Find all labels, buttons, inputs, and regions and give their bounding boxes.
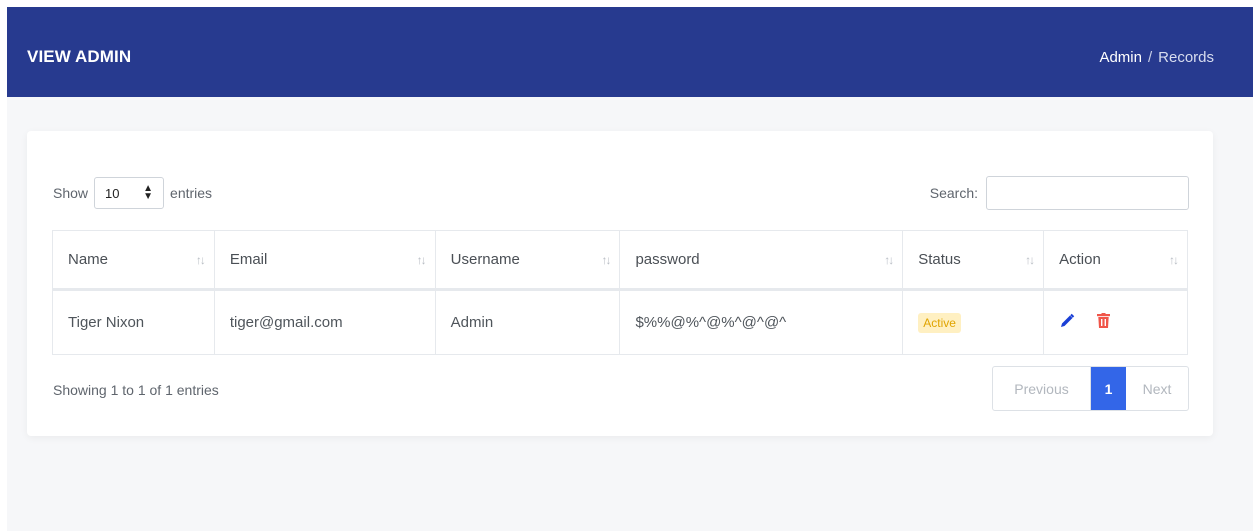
- next-button[interactable]: Next: [1126, 367, 1188, 410]
- page-title: VIEW ADMIN: [27, 47, 132, 66]
- search-label: Search:: [929, 185, 978, 201]
- page-1-button[interactable]: 1: [1091, 367, 1126, 410]
- cell-username: Admin: [434, 289, 621, 355]
- page-header: VIEW ADMIN Admin / Records: [7, 7, 1253, 97]
- entries-control: Show 10 ▲ ▼ entries: [53, 177, 212, 209]
- records-table: Name ↑↓ Email ↑↓ Username ↑↓ password ↑↓ Sta…: [52, 230, 1188, 355]
- column-header-name[interactable]: Name ↑↓: [52, 230, 215, 291]
- search-control: Search:: [930, 176, 1189, 210]
- sort-arrows-icon: ↑↓: [601, 253, 611, 267]
- sort-arrows-icon: ↑↓: [1025, 253, 1035, 267]
- cell-name: Tiger Nixon: [52, 289, 215, 355]
- breadcrumb-admin-link[interactable]: Admin: [1099, 49, 1142, 66]
- breadcrumb: Admin / Records: [1099, 49, 1214, 66]
- column-header-email[interactable]: Email ↑↓: [213, 230, 436, 291]
- column-header-status[interactable]: Status ↑↓: [902, 230, 1045, 291]
- page-size-value: 10: [105, 185, 120, 201]
- column-header-action[interactable]: Action ↑↓: [1043, 230, 1188, 291]
- cell-status: Active: [902, 289, 1045, 355]
- search-input[interactable]: [986, 176, 1189, 210]
- pencil-icon[interactable]: [1059, 313, 1075, 333]
- sort-arrows-icon: ↑↓: [416, 253, 427, 267]
- select-arrows-icon: ▲ ▼: [143, 183, 154, 202]
- show-label: Show: [53, 185, 89, 201]
- entries-label: entries: [170, 185, 213, 201]
- breadcrumb-current: Records: [1158, 49, 1214, 66]
- records-card: Show 10 ▲ ▼ entries Search: Name ↑↓ Email ↑…: [27, 131, 1213, 436]
- cell-password: $%%@%^@%^@^@^: [619, 289, 904, 355]
- previous-button[interactable]: Previous: [993, 367, 1091, 410]
- table-header-row: Name ↑↓ Email ↑↓ Username ↑↓ password ↑↓ Sta…: [52, 230, 1188, 291]
- column-header-username[interactable]: Username ↑↓: [434, 230, 621, 291]
- column-header-password[interactable]: password ↑↓: [619, 230, 904, 291]
- cell-action: [1043, 289, 1188, 355]
- cell-email: tiger@gmail.com: [213, 289, 436, 355]
- sort-arrows-icon: ↑↓: [195, 253, 206, 267]
- admin-page: VIEW ADMIN Admin / Records Show 10 ▲ ▼ entr…: [7, 7, 1253, 531]
- status-badge: Active: [918, 312, 961, 333]
- entries-info: Showing 1 to 1 of 1 entries: [53, 382, 219, 398]
- breadcrumb-separator: /: [1147, 49, 1153, 66]
- sort-arrows-icon: ↑↓: [1169, 253, 1179, 267]
- table-row: Tiger Nixon tiger@gmail.com Admin $%%@%^…: [52, 289, 1188, 355]
- trash-icon[interactable]: [1097, 313, 1111, 332]
- sort-arrows-icon: ↑↓: [884, 253, 894, 267]
- page-size-select[interactable]: 10 ▲ ▼: [94, 177, 165, 209]
- pagination: Previous 1 Next: [992, 366, 1189, 411]
